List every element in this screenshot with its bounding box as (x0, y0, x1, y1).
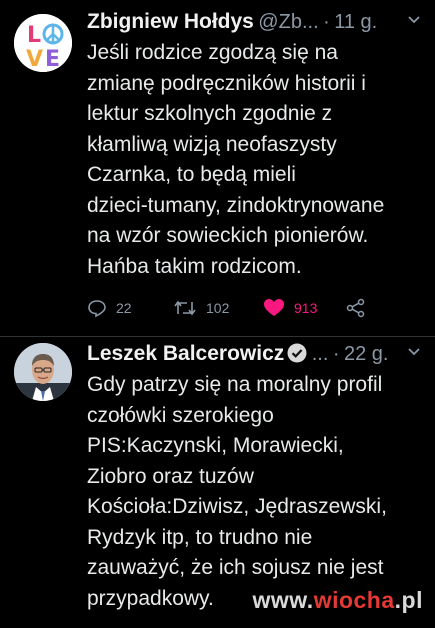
timestamp[interactable]: 22 g. (344, 343, 388, 365)
tweet-header: Zbigniew Hołdys @Zb... · 11 g. (87, 10, 425, 40)
svg-text:L: L (27, 23, 41, 48)
chevron-down-icon[interactable] (407, 344, 421, 363)
tweet[interactable]: L V E Zbigniew Hołdys @Zb... · 11 g. Jeś… (0, 0, 435, 336)
separator-dot: · (332, 343, 340, 365)
tweet-text: Jeśli rodzice zgodzą się na zmianę podrę… (87, 41, 385, 278)
tweet-header: Leszek Balcerowicz ... · 22 g. (87, 342, 425, 372)
tweet[interactable]: Leszek Balcerowicz ... · 22 g. Gdy patrz… (0, 337, 435, 628)
reply-count: 22 (116, 300, 132, 316)
site-watermark: www.wiocha.pl (252, 587, 423, 614)
avatar[interactable]: L V E (14, 14, 72, 72)
chevron-down-icon[interactable] (407, 12, 421, 31)
author-name[interactable]: Zbigniew Hołdys (87, 10, 254, 33)
author-name[interactable]: Leszek Balcerowicz (87, 342, 284, 365)
verified-badge-icon (287, 343, 307, 368)
tweet-text: Gdy patrzy się na moralny profil czołówk… (87, 373, 387, 610)
profile-photo-icon (14, 343, 72, 401)
handle-ellipsis: ... (301, 11, 319, 33)
author-handle[interactable]: @Zb (258, 11, 302, 33)
separator-dot: · (323, 11, 330, 33)
svg-text:E: E (45, 47, 60, 72)
watermark-accent: wiocha (313, 587, 395, 613)
reply-button[interactable]: 22 (87, 294, 132, 322)
handle-ellipsis: ... (311, 343, 329, 365)
svg-text:V: V (26, 47, 43, 72)
love-logo-icon: L V E (14, 14, 72, 72)
timestamp[interactable]: 11 g. (334, 11, 377, 33)
retweet-count: 102 (206, 300, 230, 316)
share-icon (346, 298, 365, 318)
heart-icon (264, 299, 284, 316)
like-count: 913 (294, 300, 318, 316)
tweet-actions: 22 102 913 (87, 294, 427, 322)
reply-icon (88, 300, 106, 318)
like-button[interactable]: 913 (263, 294, 317, 322)
watermark-suffix: .pl (394, 587, 423, 613)
avatar[interactable] (14, 343, 72, 401)
watermark-prefix: www. (252, 587, 314, 613)
share-button[interactable] (346, 294, 375, 322)
retweet-icon (174, 300, 196, 316)
retweet-button[interactable]: 102 (173, 294, 229, 322)
